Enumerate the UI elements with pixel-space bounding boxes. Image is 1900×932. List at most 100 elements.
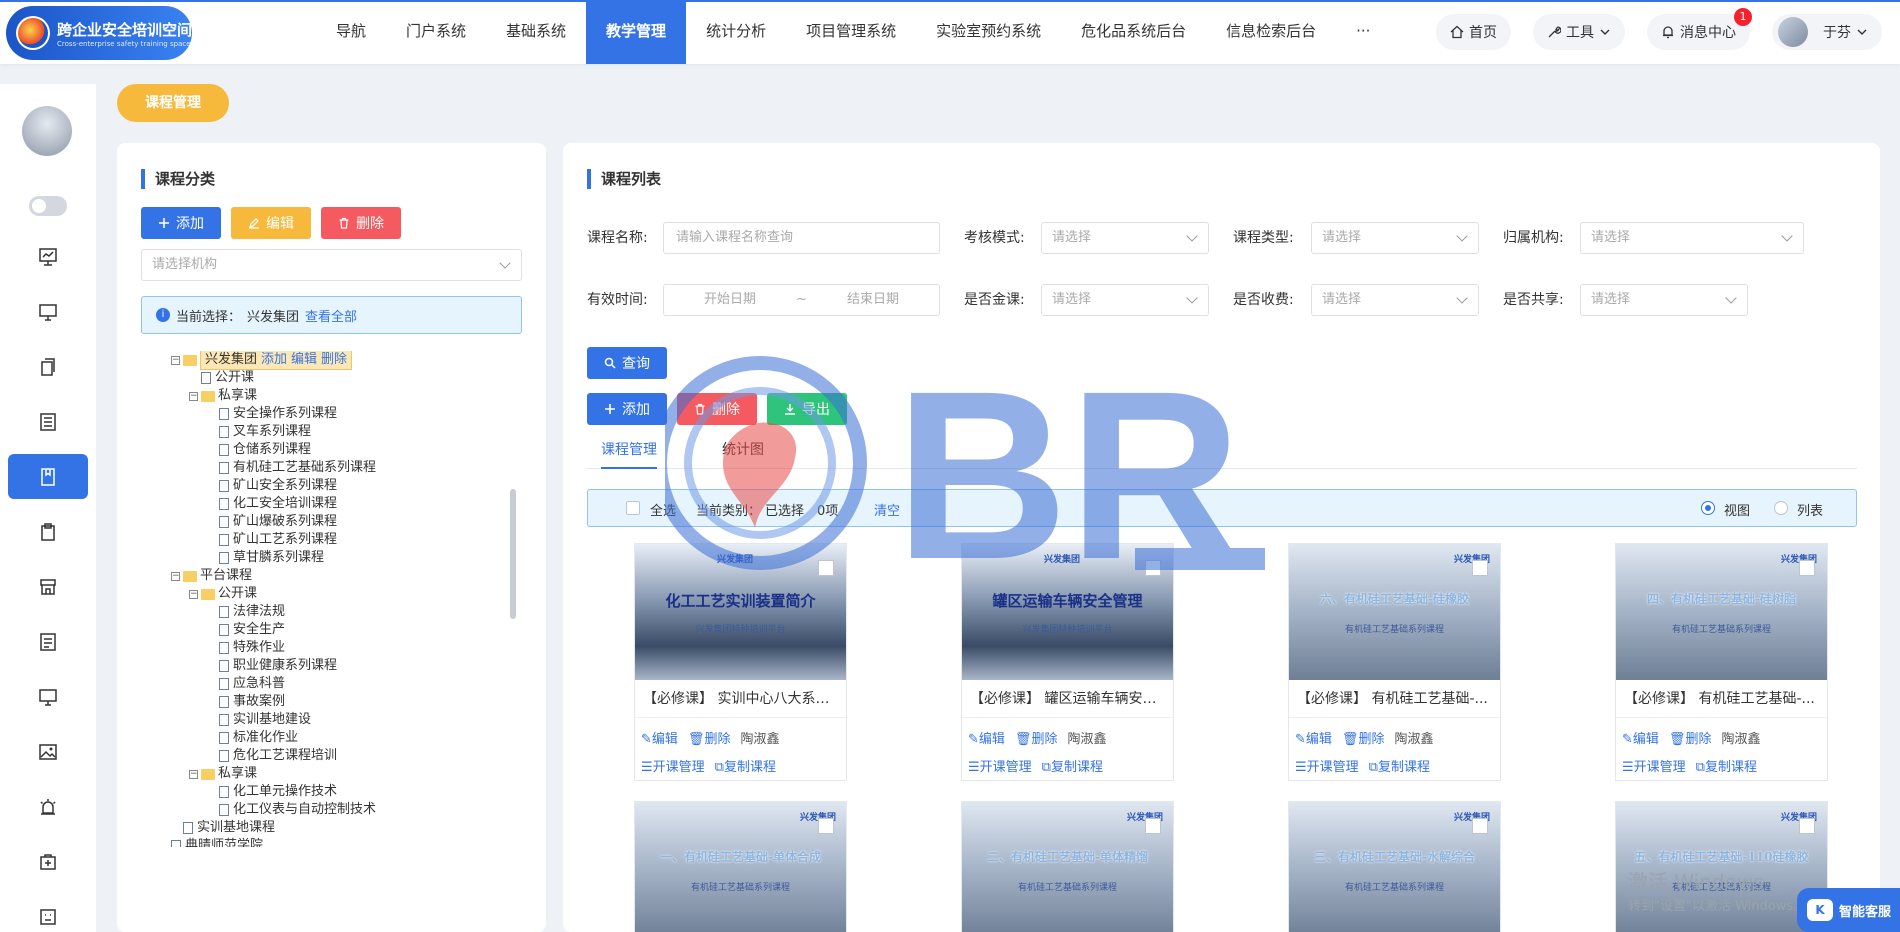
sidebar-item-clipboard[interactable] bbox=[8, 509, 88, 554]
tree-add-link[interactable]: 添加 bbox=[261, 352, 287, 367]
export-button[interactable]: 导出 bbox=[767, 393, 847, 425]
course-name[interactable]: 【必修课】 罐区运输车辆安全... bbox=[970, 688, 1166, 708]
sidebar-item-courses[interactable] bbox=[8, 454, 88, 499]
tree-node[interactable]: 特殊作业 bbox=[171, 639, 505, 657]
sidebar-item-records[interactable] bbox=[8, 619, 88, 664]
card-delete-link[interactable]: 🗑删除 bbox=[1015, 728, 1058, 747]
tools-button[interactable]: 工具 bbox=[1533, 14, 1625, 50]
delete-course-button[interactable]: 删除 bbox=[677, 393, 757, 425]
collapse-icon[interactable]: − bbox=[171, 355, 180, 365]
tree-node[interactable]: − 公开课 bbox=[171, 585, 505, 603]
course-thumbnail[interactable]: 兴发集团 六、有机硅工艺基础-硅橡胶 有机硅工艺基础系列课程 bbox=[1289, 544, 1500, 680]
message-center-button[interactable]: 消息中心 1 bbox=[1647, 8, 1752, 50]
course-thumbnail[interactable]: 兴发集团 二、有机硅工艺基础-单体精馏 有机硅工艺基础系列课程 bbox=[962, 802, 1173, 932]
card-checkbox[interactable] bbox=[818, 560, 834, 576]
tree-node[interactable]: 实训基地课程 bbox=[171, 819, 505, 837]
course-thumbnail[interactable]: 兴发集团 化工工艺实训装置简介 兴发集团特种培训平台 bbox=[635, 544, 846, 680]
end-date[interactable]: 结束日期 bbox=[847, 285, 899, 315]
card-open-course-link[interactable]: ☰开课管理 bbox=[1295, 756, 1359, 775]
nav-item-teaching[interactable]: 教学管理 bbox=[586, 2, 687, 64]
nav-item-lab[interactable]: 实验室预约系统 bbox=[916, 2, 1061, 64]
nav-item-search[interactable]: 信息检索后台 bbox=[1206, 2, 1336, 64]
add-course-button[interactable]: 添加 bbox=[587, 393, 667, 425]
sidebar-item-monitor[interactable] bbox=[8, 289, 88, 334]
fee-select[interactable]: 请选择 bbox=[1311, 284, 1479, 316]
grid-view-label[interactable]: 视图 bbox=[1724, 500, 1750, 519]
nav-item-basic[interactable]: 基础系统 bbox=[486, 2, 586, 64]
tree-node[interactable]: 矿山安全系列课程 bbox=[171, 477, 505, 495]
card-open-course-link[interactable]: ☰开课管理 bbox=[968, 756, 1032, 775]
nav-item-statistics[interactable]: 统计分析 bbox=[686, 2, 786, 64]
tree-node[interactable]: 化工单元操作技术 bbox=[171, 783, 505, 801]
course-card[interactable]: 兴发集团 四、有机硅工艺基础-硅树脂 有机硅工艺基础系列课程 【必修课】 有机硅… bbox=[1615, 543, 1828, 781]
card-delete-link[interactable]: 🗑删除 bbox=[688, 728, 731, 747]
sidebar-item-list[interactable] bbox=[8, 399, 88, 444]
org-filter-select[interactable]: 请选择 bbox=[1580, 222, 1804, 254]
app-logo[interactable]: 跨企业安全培训空间 Cross-enterprise safety traini… bbox=[6, 6, 192, 60]
collapse-icon[interactable]: − bbox=[189, 769, 198, 779]
tree-node[interactable]: 法律法规 bbox=[171, 603, 505, 621]
sidebar-item-alarm[interactable] bbox=[8, 784, 88, 829]
tree-node[interactable]: 应急科普 bbox=[171, 675, 505, 693]
card-checkbox[interactable] bbox=[1472, 560, 1488, 576]
tree-node-root[interactable]: − 兴发集团 添加 编辑 删除 bbox=[171, 351, 505, 370]
sidebar-item-store[interactable] bbox=[8, 564, 88, 609]
card-checkbox[interactable] bbox=[1472, 818, 1488, 834]
select-all-label[interactable]: 全选 bbox=[650, 500, 676, 519]
course-card[interactable]: 兴发集团 化工工艺实训装置简介 兴发集团特种培训平台 【必修课】 实训中心八大系… bbox=[634, 543, 847, 781]
org-select[interactable]: 请选择机构 bbox=[141, 249, 522, 281]
course-thumbnail[interactable]: 兴发集团 三、有机硅工艺基础-水解综合 有机硅工艺基础系列课程 bbox=[1289, 802, 1500, 932]
tree-node[interactable]: 实训基地建设 bbox=[171, 711, 505, 729]
tree-node[interactable]: 矿山工艺系列课程 bbox=[171, 531, 505, 549]
course-card[interactable]: 兴发集团 三、有机硅工艺基础-水解综合 有机硅工艺基础系列课程 bbox=[1288, 801, 1501, 932]
sidebar-item-dashboard[interactable] bbox=[8, 234, 88, 279]
tree-node[interactable]: − 私享课 bbox=[171, 765, 505, 783]
tree-edit-link[interactable]: 编辑 bbox=[291, 352, 317, 367]
clear-selection-link[interactable]: 清空 bbox=[874, 500, 900, 519]
card-open-course-link[interactable]: ☰开课管理 bbox=[641, 756, 705, 775]
course-thumbnail[interactable]: 兴发集团 四、有机硅工艺基础-硅树脂 有机硅工艺基础系列课程 bbox=[1616, 544, 1827, 680]
card-edit-link[interactable]: ✎编辑 bbox=[641, 728, 678, 747]
tree-node[interactable]: 叉车系列课程 bbox=[171, 423, 505, 441]
card-copy-course-link[interactable]: ⧉复制课程 bbox=[715, 756, 776, 775]
tab-statistics-chart[interactable]: 统计图 bbox=[722, 439, 764, 469]
course-name[interactable]: 【必修课】 实训中心八大系统... bbox=[643, 688, 839, 708]
card-checkbox[interactable] bbox=[818, 818, 834, 834]
course-card[interactable]: 兴发集团 二、有机硅工艺基础-单体精馏 有机硅工艺基础系列课程 bbox=[961, 801, 1174, 932]
card-delete-link[interactable]: 🗑删除 bbox=[1669, 728, 1712, 747]
tree-node[interactable]: 职业健康系列课程 bbox=[171, 657, 505, 675]
share-select[interactable]: 请选择 bbox=[1580, 284, 1748, 316]
delete-category-button[interactable]: 删除 bbox=[321, 207, 401, 239]
sidebar-item-gallery[interactable] bbox=[8, 729, 88, 774]
card-edit-link[interactable]: ✎编辑 bbox=[1295, 728, 1332, 747]
tree-node[interactable]: 公开课 bbox=[171, 369, 505, 387]
tree-node[interactable]: 草甘膦系列课程 bbox=[171, 549, 505, 567]
sidebar-toggle[interactable] bbox=[29, 196, 67, 216]
course-card[interactable]: 兴发集团 六、有机硅工艺基础-硅橡胶 有机硅工艺基础系列课程 【必修课】 有机硅… bbox=[1288, 543, 1501, 781]
tree-scrollbar[interactable] bbox=[510, 489, 516, 619]
tree-node-platform[interactable]: − 平台课程 bbox=[171, 567, 505, 585]
tree-node[interactable]: 事故案例 bbox=[171, 693, 505, 711]
sidebar-item-medical[interactable] bbox=[8, 839, 88, 884]
smart-support-button[interactable]: K 智能客服 bbox=[1797, 888, 1900, 932]
tree-node[interactable]: 化工安全培训课程 bbox=[171, 495, 505, 513]
card-delete-link[interactable]: 🗑删除 bbox=[1342, 728, 1385, 747]
tree-node[interactable]: − 私享课 bbox=[171, 387, 505, 405]
tree-node[interactable]: 化工仪表与自动控制技术 bbox=[171, 801, 505, 819]
nav-item-portal[interactable]: 门户系统 bbox=[386, 2, 486, 64]
sidebar-avatar[interactable] bbox=[22, 106, 72, 156]
tab-course-management[interactable]: 课程管理 bbox=[601, 439, 657, 469]
course-name-input[interactable]: 请输入课程名称查询 bbox=[663, 222, 940, 254]
card-edit-link[interactable]: ✎编辑 bbox=[968, 728, 1005, 747]
tree-node[interactable]: 标准化作业 bbox=[171, 729, 505, 747]
collapse-icon[interactable]: − bbox=[171, 571, 180, 581]
card-checkbox[interactable] bbox=[1799, 560, 1815, 576]
course-card[interactable]: 兴发集团 一、有机硅工艺基础-单体合成 有机硅工艺基础系列课程 bbox=[634, 801, 847, 932]
tree-node[interactable]: 矿山爆破系列课程 bbox=[171, 513, 505, 531]
select-all-checkbox[interactable] bbox=[626, 501, 640, 515]
nav-item-chemicals[interactable]: 危化品系统后台 bbox=[1061, 2, 1206, 64]
user-menu[interactable]: 于芬 bbox=[1772, 14, 1882, 50]
gold-course-select[interactable]: 请选择 bbox=[1041, 284, 1209, 316]
card-checkbox[interactable] bbox=[1145, 560, 1161, 576]
nav-item-project[interactable]: 项目管理系统 bbox=[786, 2, 916, 64]
